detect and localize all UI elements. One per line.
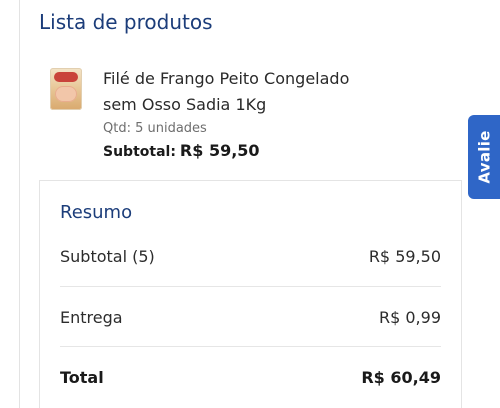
chicken-fillet-icon — [55, 86, 77, 102]
product-name-line-1: Filé de Frango Peito Congelado — [103, 69, 350, 88]
left-border — [19, 0, 20, 408]
summary-title: Resumo — [60, 202, 133, 223]
product-name[interactable]: Filé de Frango Peito Congelado sem Osso … — [103, 66, 403, 118]
brand-logo-icon — [54, 72, 78, 82]
summary-row-delivery: Entrega R$ 0,99 — [60, 287, 441, 347]
product-name-line-2: sem Osso Sadia 1Kg — [103, 95, 267, 114]
product-subtotal-value: R$ 59,50 — [179, 141, 260, 160]
feedback-tab-label: Avalie — [476, 130, 495, 184]
summary-row-subtotal: Subtotal (5) R$ 59,50 — [60, 226, 441, 286]
page: Lista de produtos Filé de Frango Peito C… — [0, 0, 500, 408]
summary-total-value: R$ 60,49 — [361, 367, 441, 387]
product-list-title: Lista de produtos — [39, 10, 213, 34]
summary-subtotal-label: Subtotal (5) — [60, 246, 155, 266]
product-subtotal: Subtotal: R$ 59,50 — [103, 141, 260, 160]
summary-delivery-label: Entrega — [60, 307, 123, 327]
feedback-tab-button[interactable]: Avalie — [468, 115, 500, 199]
summary-row-total: Total R$ 60,49 — [60, 347, 441, 407]
summary-subtotal-value: R$ 59,50 — [368, 246, 441, 266]
order-summary-card: Resumo Subtotal (5) R$ 59,50 Entrega R$ … — [39, 180, 462, 408]
product-quantity: Qtd: 5 unidades — [103, 121, 207, 136]
product-subtotal-label: Subtotal: — [103, 144, 176, 160]
product-thumbnail-icon[interactable] — [50, 68, 82, 110]
summary-delivery-value: R$ 0,99 — [378, 307, 441, 327]
summary-total-label: Total — [60, 367, 104, 387]
